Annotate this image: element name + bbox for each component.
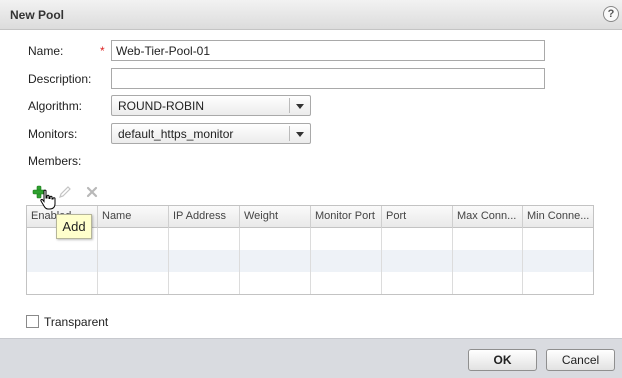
column-header-monitor-port[interactable]: Monitor Port — [311, 206, 382, 228]
transparent-checkbox[interactable] — [26, 315, 39, 328]
column-divider — [522, 228, 523, 294]
required-marker: * — [100, 44, 105, 58]
column-divider — [381, 228, 382, 294]
column-divider — [310, 228, 311, 294]
monitors-label: Monitors: — [28, 127, 78, 141]
monitors-select[interactable]: default_https_monitor — [111, 123, 311, 144]
hand-cursor-icon — [40, 189, 56, 210]
table-header: Enabled Name IP Address Weight Monitor P… — [27, 206, 593, 228]
column-header-port[interactable]: Port — [382, 206, 453, 228]
name-label: Name: — [28, 44, 64, 58]
dialog-footer: OK Cancel — [0, 338, 622, 378]
name-input[interactable] — [111, 40, 545, 61]
algorithm-selected-value: ROUND-ROBIN — [118, 99, 204, 113]
add-tooltip: Add — [56, 214, 92, 239]
chevron-down-icon — [296, 104, 304, 109]
column-header-ip-address[interactable]: IP Address — [169, 206, 240, 228]
column-divider — [452, 228, 453, 294]
select-divider — [289, 98, 290, 113]
column-divider — [97, 228, 98, 294]
description-input[interactable] — [111, 68, 545, 89]
cancel-button[interactable]: Cancel — [546, 349, 615, 371]
column-divider — [239, 228, 240, 294]
edit-icon[interactable] — [58, 185, 72, 199]
chevron-down-icon — [296, 132, 304, 137]
select-divider — [289, 126, 290, 141]
column-header-min-connections[interactable]: Min Conne... — [523, 206, 593, 228]
description-label: Description: — [28, 72, 92, 86]
dialog-title: New Pool — [10, 8, 65, 22]
column-header-name[interactable]: Name — [98, 206, 169, 228]
column-header-max-connections[interactable]: Max Conn... — [453, 206, 523, 228]
algorithm-select[interactable]: ROUND-ROBIN — [111, 95, 311, 116]
dialog-titlebar: New Pool ? — [0, 0, 622, 30]
delete-icon[interactable] — [85, 185, 99, 199]
transparent-label[interactable]: Transparent — [44, 315, 108, 329]
ok-button[interactable]: OK — [468, 349, 537, 371]
algorithm-label: Algorithm: — [28, 99, 83, 113]
help-icon[interactable]: ? — [603, 6, 619, 22]
column-divider — [168, 228, 169, 294]
monitors-selected-value: default_https_monitor — [118, 127, 234, 141]
members-table: Enabled Name IP Address Weight Monitor P… — [26, 205, 594, 295]
column-header-weight[interactable]: Weight — [240, 206, 311, 228]
members-label: Members: — [28, 154, 82, 168]
